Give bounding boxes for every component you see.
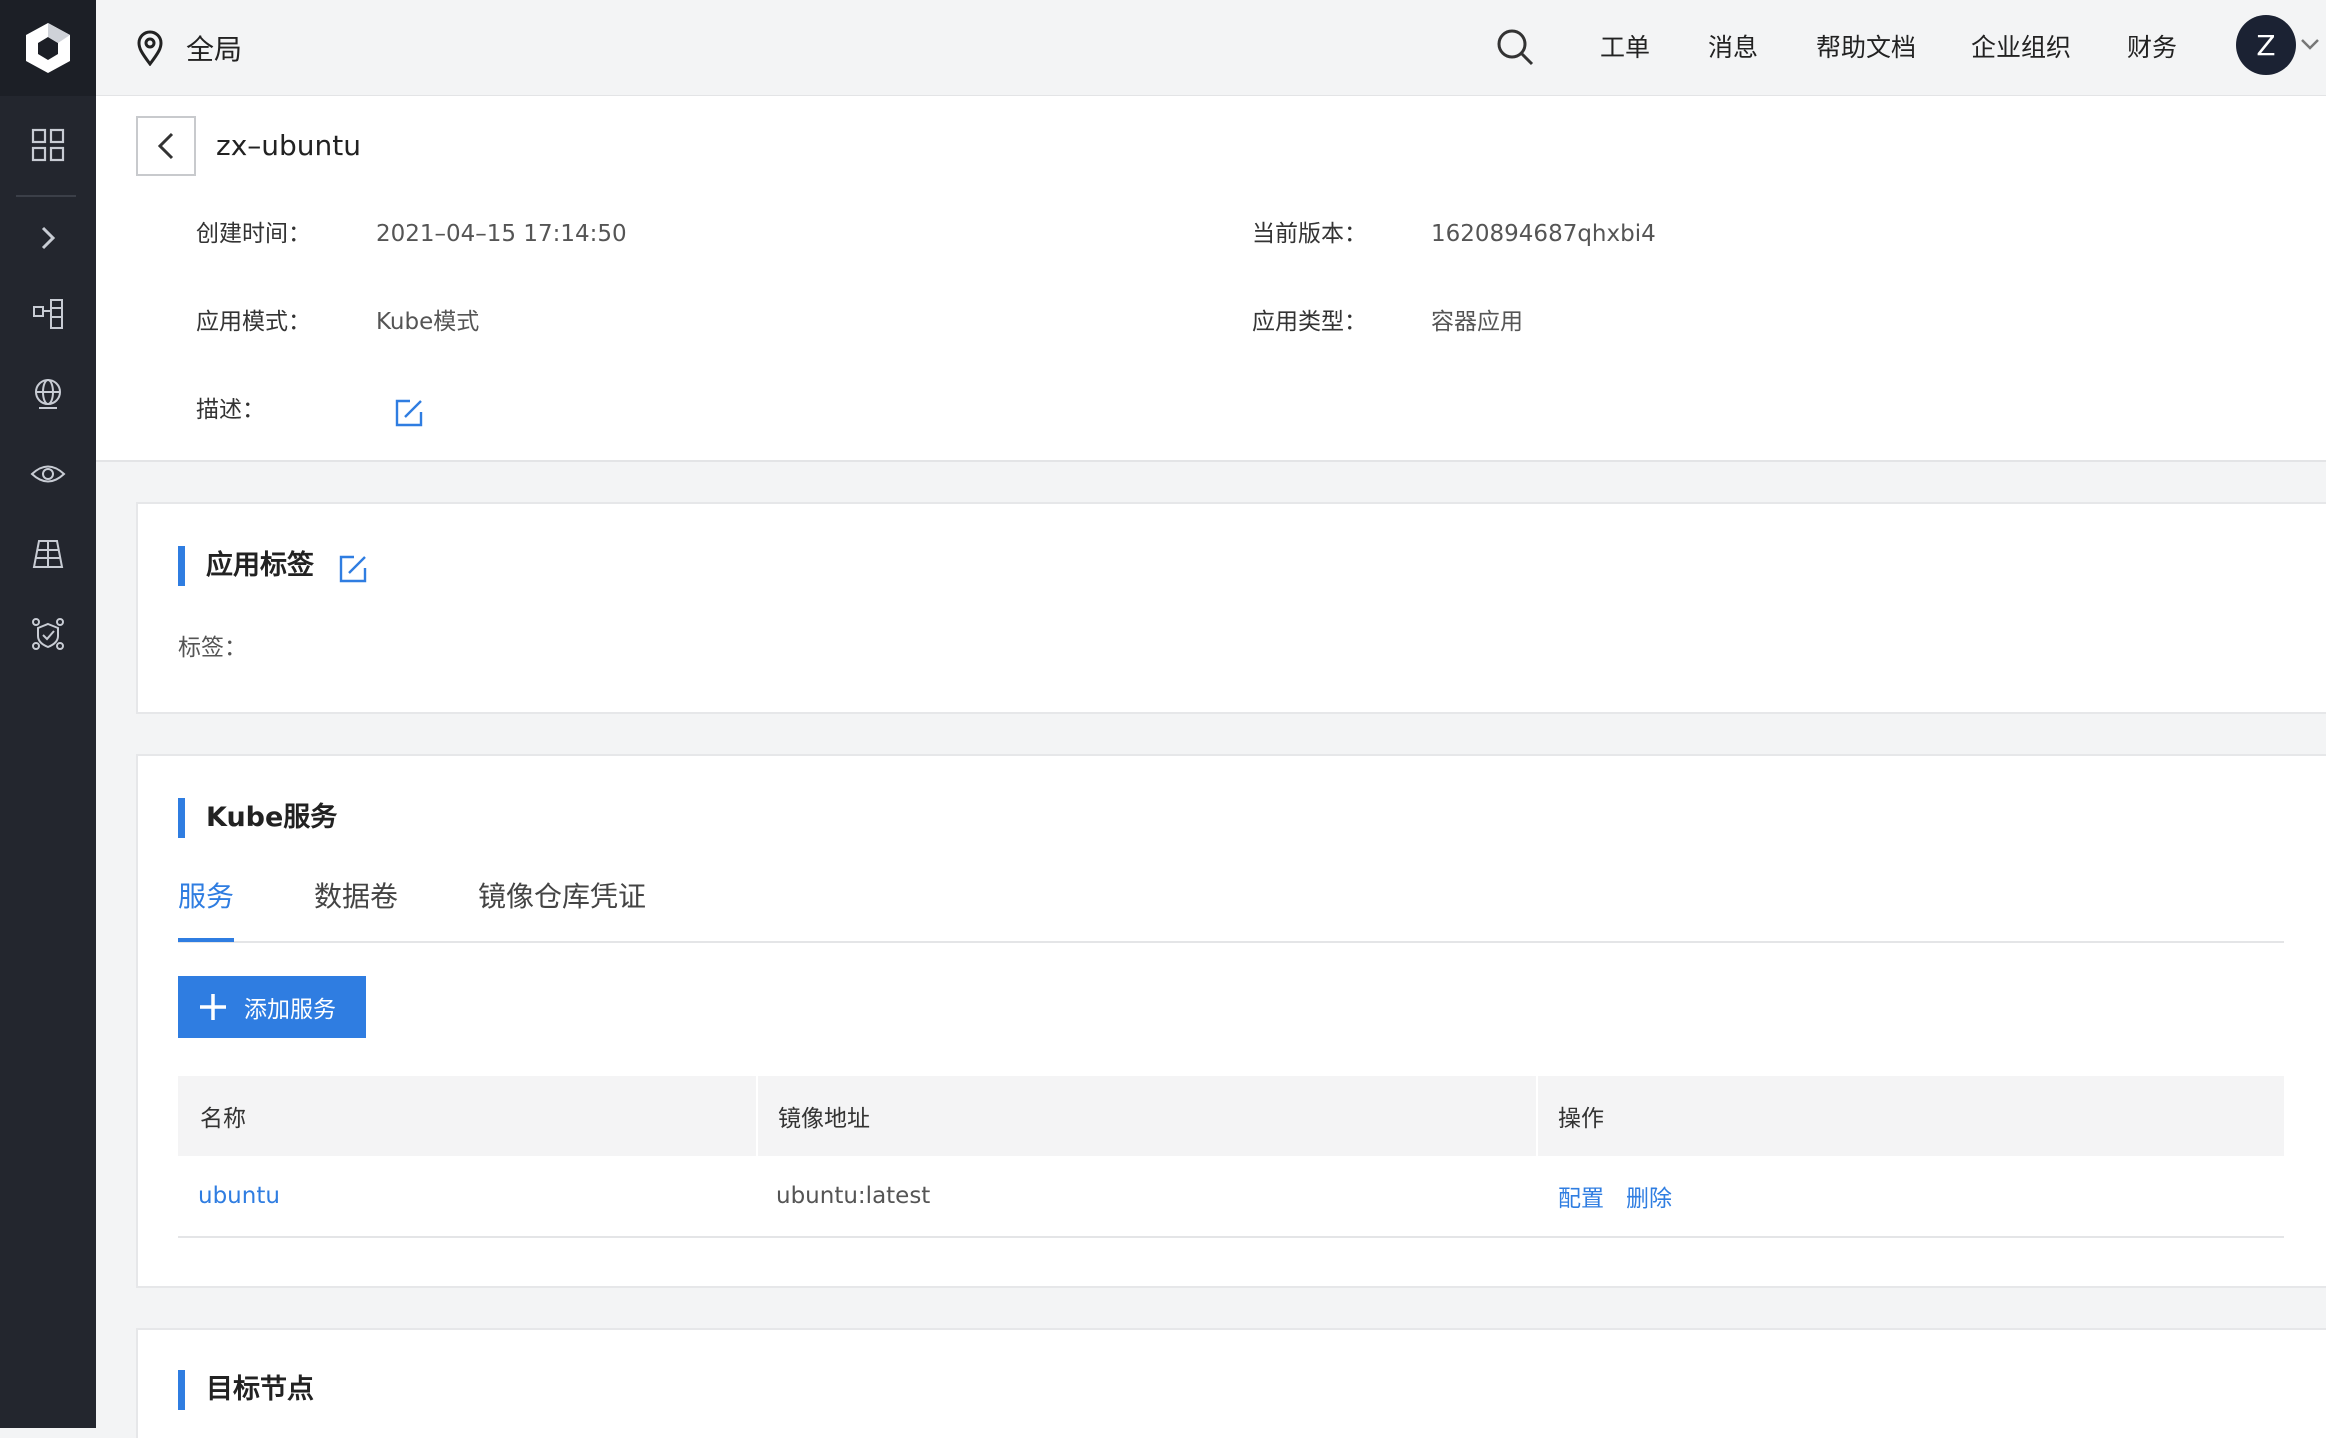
storage-icon[interactable] xyxy=(0,514,96,594)
tags-label: 标签： xyxy=(178,635,247,661)
chevron-left-icon xyxy=(157,132,174,160)
edit-description-icon[interactable] xyxy=(394,398,424,428)
card-title-accent xyxy=(178,1370,185,1410)
target-nodes-card: 目标节点 xyxy=(136,1328,2326,1438)
network-globe-icon[interactable] xyxy=(0,354,96,434)
location-pin-icon xyxy=(137,30,163,66)
page-title: zx–ubuntu xyxy=(216,129,362,162)
logo-icon[interactable] xyxy=(0,0,96,96)
sidebar-divider xyxy=(16,195,76,197)
app-labels-card: 应用标签 标签： xyxy=(136,502,2326,714)
service-name-link[interactable]: ubuntu xyxy=(198,1156,280,1236)
plus-icon xyxy=(200,994,226,1020)
column-separator xyxy=(756,1076,758,1156)
app-header-panel: zx–ubuntu 创建时间： 2021–04–15 17:14:50 当前版本… xyxy=(96,96,2326,462)
tab-divider xyxy=(178,941,2284,943)
sidebar xyxy=(0,0,96,1428)
edit-labels-icon[interactable] xyxy=(338,554,368,584)
type-value: 容器应用 xyxy=(1431,309,1523,335)
expand-chevron-icon[interactable] xyxy=(0,198,96,278)
region-selector[interactable]: 全局 xyxy=(136,26,242,70)
tab-services[interactable]: 服务 xyxy=(178,872,234,922)
add-service-label: 添加服务 xyxy=(244,997,336,1023)
card-title-accent xyxy=(178,546,185,586)
services-table-header: 名称 镜像地址 操作 xyxy=(178,1076,2284,1156)
version-value: 1620894687qhxbi4 xyxy=(1431,221,1656,247)
monitor-eye-icon[interactable] xyxy=(0,434,96,514)
configure-link[interactable]: 配置 xyxy=(1558,1156,1604,1236)
card-title-accent xyxy=(178,798,185,838)
tab-volumes[interactable]: 数据卷 xyxy=(314,872,398,922)
add-service-button[interactable]: 添加服务 xyxy=(178,976,366,1038)
topology-icon[interactable] xyxy=(0,274,96,354)
region-label: 全局 xyxy=(186,33,243,66)
tab-registry-credentials[interactable]: 镜像仓库凭证 xyxy=(478,872,646,922)
mode-label: 应用模式： xyxy=(196,309,311,335)
target-card-title: 目标节点 xyxy=(206,1374,314,1405)
back-button[interactable] xyxy=(136,116,196,176)
column-header-image: 镜像地址 xyxy=(778,1106,870,1132)
created-label: 创建时间： xyxy=(196,221,311,247)
nav-organization[interactable]: 企业组织 xyxy=(1971,28,2071,68)
version-label: 当前版本： xyxy=(1252,221,1367,247)
table-row: ubuntu ubuntu:latest 配置 删除 xyxy=(178,1156,2284,1238)
nav-tickets[interactable]: 工单 xyxy=(1600,28,1650,68)
labels-card-title: 应用标签 xyxy=(206,550,314,581)
chevron-down-icon[interactable] xyxy=(2298,32,2322,56)
mode-value: Kube模式 xyxy=(376,309,480,335)
nav-messages[interactable]: 消息 xyxy=(1708,28,1758,68)
column-header-actions: 操作 xyxy=(1558,1106,1604,1132)
column-header-name: 名称 xyxy=(200,1106,246,1132)
created-value: 2021–04–15 17:14:50 xyxy=(376,221,627,247)
top-bar: 全局 工单 消息 帮助文档 企业组织 财务 Z xyxy=(96,0,2326,96)
nav-help-docs[interactable]: 帮助文档 xyxy=(1816,28,1916,68)
column-separator xyxy=(1536,1076,1538,1156)
tab-active-indicator xyxy=(178,938,234,942)
delete-link[interactable]: 删除 xyxy=(1626,1156,1672,1236)
dashboard-grid-icon[interactable] xyxy=(0,105,96,185)
nav-finance[interactable]: 财务 xyxy=(2127,28,2177,68)
search-icon[interactable] xyxy=(1490,22,1540,72)
service-image-value: ubuntu:latest xyxy=(776,1183,931,1209)
avatar[interactable]: Z xyxy=(2236,15,2296,75)
security-graph-icon[interactable] xyxy=(0,594,96,674)
kube-card-title: Kube服务 xyxy=(206,802,338,833)
description-label: 描述： xyxy=(196,397,265,423)
type-label: 应用类型： xyxy=(1252,309,1367,335)
